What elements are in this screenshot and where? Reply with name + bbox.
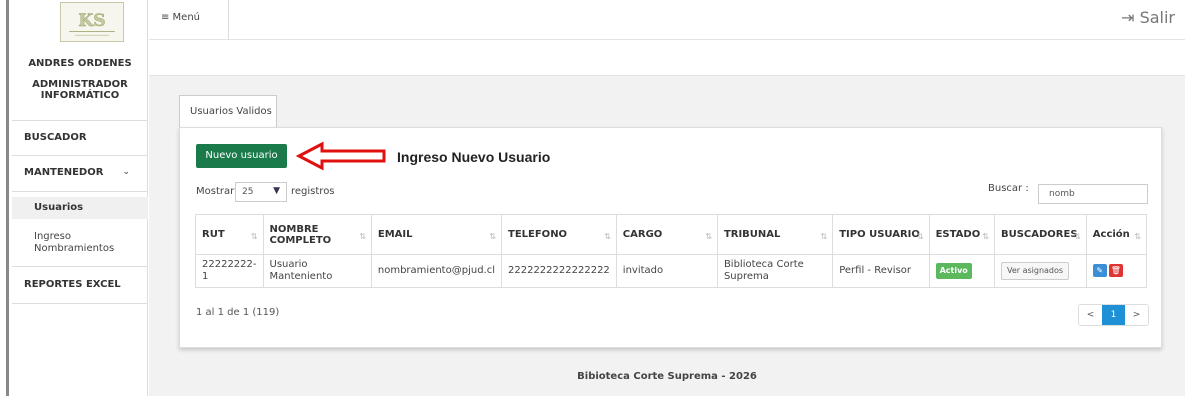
col-tipo-usuario[interactable]: TIPO USUARIO ⇅ <box>832 214 930 255</box>
chevron-down-icon: ▼ <box>273 186 280 196</box>
pagination-page[interactable]: 1 <box>1102 305 1125 325</box>
col-telefono[interactable]: TELEFONO ⇅ <box>501 214 617 255</box>
col-cargo[interactable]: CARGO ⇅ <box>615 214 718 255</box>
sidebar-item-label: MANTENEDOR <box>24 167 104 178</box>
cell-telefono: 2222222222222222 <box>501 254 617 288</box>
table-header-row: RUT ⇅ NOMBRE COMPLETO ⇅ EMAIL ⇅ TELEFONO ⇅ C… <box>195 214 1148 255</box>
pagination-next[interactable]: > <box>1125 305 1148 325</box>
annotation-label: Ingreso Nuevo Usuario <box>397 149 551 165</box>
sidebar-item-reportes-excel[interactable]: REPORTES EXCEL <box>12 279 148 290</box>
search-input[interactable] <box>1038 184 1148 204</box>
sort-icon: ⇅ <box>820 232 828 241</box>
edit-icon[interactable]: ✎ <box>1092 264 1107 278</box>
svg-text:KS: KS <box>78 11 105 31</box>
col-buscadores[interactable]: BUSCADORES ⇅ <box>993 214 1087 255</box>
topbar: ≡ Menú ⇥ Salir <box>149 0 1185 40</box>
logout-button[interactable]: ⇥ Salir <box>1121 8 1175 27</box>
cell-tribunal: Biblioteca Corte Suprema <box>716 254 834 288</box>
red-arrow-icon <box>296 141 386 171</box>
sort-icon: ⇅ <box>916 232 924 241</box>
col-accion[interactable]: Acción ⇅ <box>1085 214 1148 255</box>
divider <box>12 266 148 267</box>
col-label: ESTADO <box>935 229 981 240</box>
divider <box>12 303 148 304</box>
pagination: < 1 > <box>1078 304 1149 326</box>
user-name: ANDRES ORDENES <box>28 58 132 69</box>
sort-icon: ⇅ <box>489 232 496 241</box>
col-label: TRIBUNAL <box>723 229 781 240</box>
col-label: RUT <box>202 229 225 240</box>
cell-estado: Activo <box>928 254 995 288</box>
divider <box>12 155 148 156</box>
sidebar-item-usuarios[interactable]: Usuarios <box>12 197 148 219</box>
cell-accion: ✎ 🗑 <box>1085 254 1148 288</box>
footer: Bibioteca Corte Suprema - 2026 <box>577 371 757 382</box>
col-estado[interactable]: ESTADO ⇅ <box>928 214 995 255</box>
users-card: Nuevo usuario Ingreso Nuevo Usuario Most… <box>179 127 1162 348</box>
length-prefix: Mostrar <box>196 186 235 197</box>
col-label: TIPO USUARIO <box>839 229 920 240</box>
divider <box>12 191 148 192</box>
sidebar: KS ANDRES ORDENES ADMINISTRADOR INFORMÁT… <box>12 0 148 396</box>
search-label: Buscar : <box>988 183 1029 194</box>
page-length-select[interactable]: 25 ▼ <box>235 182 287 202</box>
length-suffix: registros <box>291 186 335 197</box>
trash-icon[interactable]: 🗑 <box>1108 264 1123 278</box>
sort-asc-icon: ⇅ <box>250 232 258 241</box>
sidebar-item-ingreso-nombramientos[interactable]: Ingreso Nombramientos <box>12 231 132 255</box>
cell-rut: 22222222-1 <box>195 254 264 288</box>
sidebar-item-mantenedor[interactable]: MANTENEDOR ⌄ <box>12 167 148 178</box>
sort-icon: ⇅ <box>359 232 366 241</box>
cell-email: nombramiento@pjud.cl <box>370 254 503 288</box>
tab-usuarios-validos[interactable]: Usuarios Validos <box>179 95 277 127</box>
col-label: CARGO <box>622 229 663 240</box>
status-badge: Activo <box>935 263 972 279</box>
user-role: ADMINISTRADOR INFORMÁTICO <box>32 79 128 101</box>
users-table: RUT ⇅ NOMBRE COMPLETO ⇅ EMAIL ⇅ TELEFONO ⇅ C… <box>195 214 1148 288</box>
sort-icon: ⇅ <box>705 232 712 241</box>
sort-icon: ⇅ <box>1134 232 1141 241</box>
col-email[interactable]: EMAIL ⇅ <box>370 214 503 255</box>
col-label: EMAIL <box>377 229 413 240</box>
menu-button[interactable]: ≡ Menú <box>149 0 229 40</box>
ver-asignados-button[interactable]: Ver asignados <box>1000 262 1070 280</box>
col-tribunal[interactable]: TRIBUNAL ⇅ <box>716 214 834 255</box>
col-label: NOMBRE COMPLETO <box>269 223 332 246</box>
sidebar-item-buscador[interactable]: BUSCADOR <box>12 132 148 143</box>
cell-cargo: invitado <box>615 254 718 288</box>
col-label: Acción <box>1092 229 1130 240</box>
table-info: 1 al 1 de 1 (119) <box>196 307 280 318</box>
sort-icon: ⇅ <box>604 232 611 241</box>
cell-nombre: Usuario Manteniento <box>262 254 372 288</box>
col-rut[interactable]: RUT ⇅ <box>195 214 264 255</box>
col-label: BUSCADORES <box>1000 229 1078 240</box>
chevron-down-icon: ⌄ <box>122 167 130 177</box>
divider <box>12 120 148 121</box>
page-length-value: 25 <box>242 187 254 197</box>
pagination-prev[interactable]: < <box>1079 305 1102 325</box>
main-content: Usuarios Validos Nuevo usuario Ingreso N… <box>149 75 1185 396</box>
new-user-button[interactable]: Nuevo usuario <box>196 144 287 168</box>
left-edge-bar <box>0 0 9 396</box>
cell-buscadores: Ver asignados <box>993 254 1087 288</box>
cell-tipo-usuario: Perfil - Revisor <box>832 254 930 288</box>
sort-icon: ⇅ <box>982 232 989 241</box>
col-nombre[interactable]: NOMBRE COMPLETO ⇅ <box>262 214 372 255</box>
col-label: TELEFONO <box>508 229 568 240</box>
sort-icon: ⇅ <box>1074 232 1081 241</box>
logo: KS <box>60 2 124 42</box>
table-row: 22222222-1 Usuario Manteniento nombramie… <box>195 254 1148 288</box>
